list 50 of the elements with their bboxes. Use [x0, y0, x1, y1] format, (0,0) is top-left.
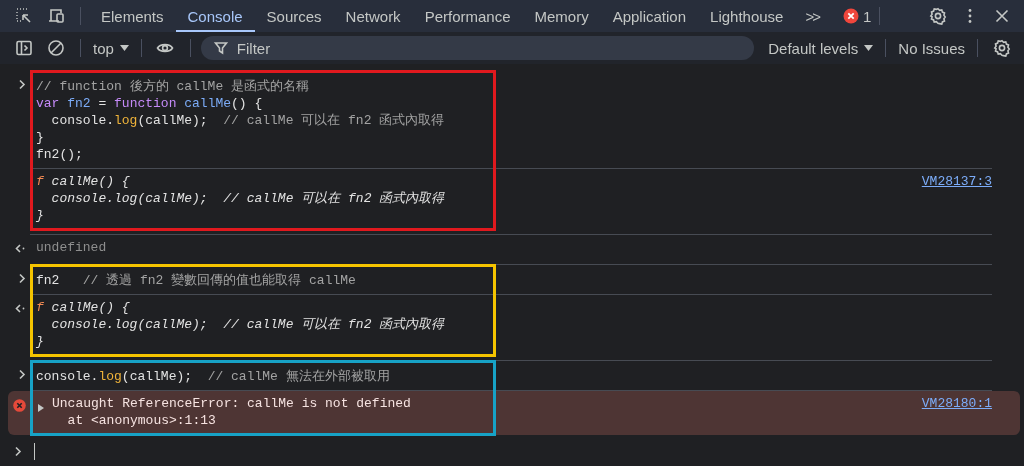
output-line: } — [36, 333, 45, 350]
chevron-icon — [18, 79, 26, 90]
output-line: console.log(callMe); // callMe 可以在 fn2 函式內取得 — [50, 316, 445, 333]
panel-tab[interactable]: Lighthouse — [698, 0, 796, 32]
panel-tab[interactable]: Elements — [89, 0, 176, 32]
settings-icon[interactable] — [993, 39, 1011, 57]
expand-triangle-icon[interactable] — [36, 403, 46, 413]
context-dropdown[interactable]: top — [89, 39, 133, 57]
code-line: var fn2 = function callMe() { — [36, 95, 264, 112]
code-line: console.log(callMe); // callMe 無法在外部被取用 — [36, 368, 390, 385]
output-line: f callMe() { — [36, 299, 131, 316]
panel-tab[interactable]: Memory — [522, 0, 601, 32]
chevron-icon — [18, 369, 26, 380]
error-count[interactable]: 1 — [863, 7, 872, 25]
output-line: console.log(callMe); // callMe 可以在 fn2 函式內取得 — [50, 190, 445, 207]
filter-field[interactable]: Filter — [200, 36, 755, 60]
more-tabs-button[interactable]: >> — [795, 7, 829, 25]
error-icon — [843, 8, 859, 24]
prompt-chevron-icon — [14, 445, 22, 457]
panel-tab[interactable]: Performance — [412, 0, 523, 32]
inspect-element-icon[interactable] — [15, 7, 33, 25]
caret-icon — [119, 45, 129, 51]
code-line: fn2 // 透過 fn2 變數回傳的值也能取得 callMe — [36, 272, 356, 289]
return-arrow-icon — [15, 243, 26, 254]
clear-console-icon[interactable] — [47, 39, 65, 57]
source-link[interactable]: VM28137:3 — [921, 168, 992, 231]
close-icon[interactable] — [993, 7, 1011, 25]
stack-trace-line: at <anonymous>:1:13 — [66, 412, 217, 429]
code-line: } — [36, 129, 45, 146]
error-message: Uncaught ReferenceError: callMe is not defined — [52, 395, 411, 412]
panel-tab[interactable]: Sources — [254, 0, 334, 32]
code-line: console.log(callMe); // callMe 可以在 fn2 函式內取得 — [50, 112, 445, 129]
panel-tab[interactable]: Network — [333, 0, 413, 32]
error-icon — [13, 399, 26, 412]
code-line: // function 後方的 callMe 是函式的名稱 — [36, 78, 311, 95]
caret-icon — [864, 45, 874, 51]
filter-icon — [212, 40, 229, 56]
return-arrow-icon — [15, 303, 26, 314]
log-levels-dropdown[interactable]: Default levels — [764, 39, 878, 57]
output-line: f callMe() { — [36, 173, 131, 190]
source-link[interactable]: VM28180:1 — [921, 390, 992, 436]
panel-tab[interactable]: Application — [600, 0, 699, 32]
device-toolbar-icon[interactable] — [47, 7, 65, 25]
code-line: fn2(); — [36, 146, 84, 163]
settings-icon[interactable] — [929, 7, 947, 25]
sidebar-toggle-icon[interactable] — [15, 39, 33, 57]
issues-button[interactable]: No Issues — [894, 39, 969, 57]
chevron-icon — [18, 273, 26, 284]
output-line: undefined — [36, 239, 107, 256]
output-line: } — [36, 207, 45, 224]
